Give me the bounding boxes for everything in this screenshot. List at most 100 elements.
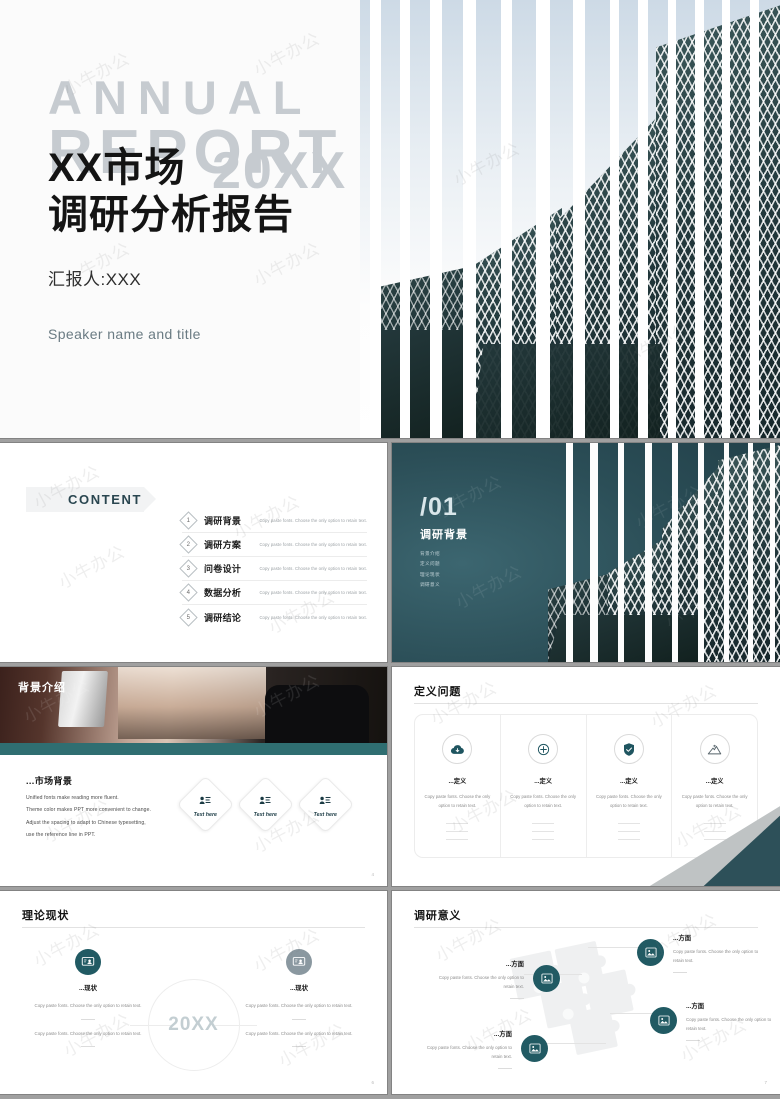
slide-cover[interactable]: ANNUAL REPORT 20XX XX市场 调研分析报告 汇报人:XXX S… <box>0 0 780 438</box>
theory-label: ...现状 <box>78 985 98 992</box>
toc-label: 数据分析 <box>204 588 242 598</box>
slide-background-intro[interactable]: 背景介绍 ...市场背景 Unified fonts make reading … <box>0 667 387 886</box>
toc-label: 调研背景 <box>204 516 242 526</box>
presentation-screen-icon <box>286 949 312 975</box>
value-caption: ...方面 Copy paste fonts. Choose the only … <box>428 959 524 999</box>
cover-speaker: Speaker name and title <box>48 326 201 343</box>
slide-content[interactable]: CONTENT 1 调研背景 Copy paste fonts. Choose … <box>0 443 387 662</box>
shield-check-icon <box>613 734 644 764</box>
background-intro-body: ...市场背景 Unified fonts make reading more … <box>0 762 387 886</box>
section-subitem[interactable]: 定义问题 <box>420 559 468 569</box>
paragraph-line: Theme color makes PPT more convenient to… <box>26 807 152 814</box>
contact-list-icon <box>319 796 331 804</box>
definition-column[interactable]: ...定义 Copy paste fonts. Choose the only … <box>415 715 501 857</box>
diamond-card-inner: Text here <box>194 791 217 817</box>
watermark-text: 小牛办公 <box>55 541 129 594</box>
plus-circle-icon <box>528 734 559 764</box>
definition-text: Copy paste fonts. Choose the only option… <box>681 794 748 809</box>
toc-label: 调研方案 <box>204 540 242 550</box>
value-text: Copy paste fonts. Choose the only option… <box>426 1045 512 1060</box>
value-caption: ...方面 Copy paste fonts. Choose the only … <box>686 1001 780 1041</box>
section-heading: ...市场背景 <box>26 776 73 786</box>
section-subitem[interactable]: 调研意义 <box>420 580 468 590</box>
page-title: 调研意义 <box>414 910 462 922</box>
toc-list: 1 调研背景 Copy paste fonts. Choose the only… <box>179 509 367 629</box>
center-year: 20XX <box>168 1014 219 1035</box>
slide-research-value[interactable]: 调研意义 ...方面 Copy paste fonts. Choose the … <box>392 891 780 1094</box>
cover-title-line2: 调研分析报告 <box>48 193 294 238</box>
cover-photo <box>360 0 780 438</box>
list-item[interactable]: 1 调研背景 Copy paste fonts. Choose the only… <box>179 509 367 533</box>
image-frame-icon <box>637 939 664 967</box>
paragraph-line: Adjust the spacing to adapt to Chinese t… <box>26 819 146 826</box>
toc-number: 3 <box>186 565 191 572</box>
theory-text: Copy paste fonts. Choose the only option… <box>34 1030 142 1036</box>
list-item[interactable]: 3 问卷设计 Copy paste fonts. Choose the only… <box>179 557 367 581</box>
value-node[interactable]: ...方面 Copy paste fonts. Choose the only … <box>650 1001 780 1041</box>
definition-text: Copy paste fonts. Choose the only option… <box>510 794 576 809</box>
building-base <box>548 615 698 662</box>
section-title: 调研背景 <box>420 529 468 541</box>
diamond-card-label: Text here <box>313 811 338 818</box>
slide-define-problem[interactable]: 定义问题 ...定义 Copy paste fonts. Choose the … <box>392 667 780 886</box>
placeholder-lines <box>703 823 726 847</box>
value-text: Copy paste fonts. Choose the only option… <box>686 1017 772 1032</box>
connector-line <box>544 1043 606 1044</box>
theory-column-right[interactable]: ...现状 Copy paste fonts. Choose the only … <box>223 949 375 1048</box>
content-tag-shape: CONTENT <box>26 487 156 512</box>
value-label: ...方面 <box>505 961 524 968</box>
diamond-card[interactable]: Text here <box>236 775 295 834</box>
image-frame-icon <box>521 1035 548 1063</box>
section-subitem[interactable]: 背景介绍 <box>420 549 468 559</box>
divider-dash <box>81 1018 95 1020</box>
presentation-screen-glyph <box>292 957 306 966</box>
mountain-icon <box>699 734 730 764</box>
diamond-card[interactable]: Text here <box>296 775 355 834</box>
content-tag-label: CONTENT <box>68 492 143 507</box>
cover-reporter: 汇报人:XXX <box>48 270 142 290</box>
definition-text: Copy paste fonts. Choose the only option… <box>424 794 491 809</box>
image-frame-icon <box>533 965 560 993</box>
building-block-right <box>656 4 780 438</box>
divider-dash <box>510 997 524 999</box>
divider-dash <box>81 1046 95 1048</box>
list-item[interactable]: 4 数据分析 Copy paste fonts. Choose the only… <box>179 581 367 605</box>
value-caption: ...方面 Copy paste fonts. Choose the only … <box>416 1029 512 1069</box>
slide-section-divider[interactable]: /01 调研背景 背景介绍 定义问题 理论现状 调研意义 小牛办公 小牛办公 小… <box>392 443 780 662</box>
shield-check-glyph <box>623 742 634 756</box>
diamond-card-inner: Text here <box>254 791 277 817</box>
slide-theory-status[interactable]: 理论现状 20XX ...现状 Copy paste fonts. Choose… <box>0 891 387 1094</box>
definition-label: ...定义 <box>705 778 724 785</box>
diamond-card[interactable]: Text here <box>176 775 235 834</box>
theory-column-left[interactable]: ...现状 Copy paste fonts. Choose the only … <box>12 949 164 1048</box>
value-text: Copy paste fonts. Choose the only option… <box>673 949 759 964</box>
value-node[interactable]: ...方面 Copy paste fonts. Choose the only … <box>637 933 769 973</box>
toc-desc: Copy paste fonts. Choose the only option… <box>259 518 367 523</box>
paragraph-block: Unified fonts make reading more fluent. … <box>26 792 201 842</box>
toc-number: 5 <box>186 614 191 620</box>
diamond-card-label: Text here <box>193 811 218 818</box>
definition-column[interactable]: ...定义 Copy paste fonts. Choose the only … <box>587 715 673 857</box>
section-subitem[interactable]: 理论现状 <box>420 570 468 580</box>
definition-column[interactable]: ...定义 Copy paste fonts. Choose the only … <box>501 715 587 857</box>
cloud-download-glyph <box>450 744 464 754</box>
cover-title-overlay: 20XX XX市场 调研分析报告 <box>48 142 345 239</box>
desk-shape <box>0 743 387 755</box>
cover-text-block: ANNUAL REPORT 20XX XX市场 调研分析报告 汇报人:XXX S… <box>48 74 345 343</box>
toc-desc: Copy paste fonts. Choose the only option… <box>259 614 367 620</box>
image-frame-glyph <box>528 1043 541 1054</box>
window-area <box>118 667 266 739</box>
toc-desc: Copy paste fonts. Choose the only option… <box>259 566 367 571</box>
value-node[interactable]: ...方面 Copy paste fonts. Choose the only … <box>416 1029 548 1069</box>
toc-desc: Copy paste fonts. Choose the only option… <box>259 590 367 595</box>
toc-number: 1 <box>186 517 191 524</box>
title-divider <box>414 703 758 704</box>
list-item[interactable]: 2 调研方案 Copy paste fonts. Choose the only… <box>179 533 367 557</box>
list-item[interactable]: 5 调研结论 Copy paste fonts. Choose the only… <box>179 605 367 629</box>
toc-number: 4 <box>186 589 191 596</box>
page-title: 理论现状 <box>22 910 70 922</box>
diamond-bullet-icon: 1 <box>179 511 198 530</box>
definition-column[interactable]: ...定义 Copy paste fonts. Choose the only … <box>672 715 757 857</box>
value-node[interactable]: ...方面 Copy paste fonts. Choose the only … <box>428 959 560 999</box>
building-base-left <box>374 330 482 438</box>
